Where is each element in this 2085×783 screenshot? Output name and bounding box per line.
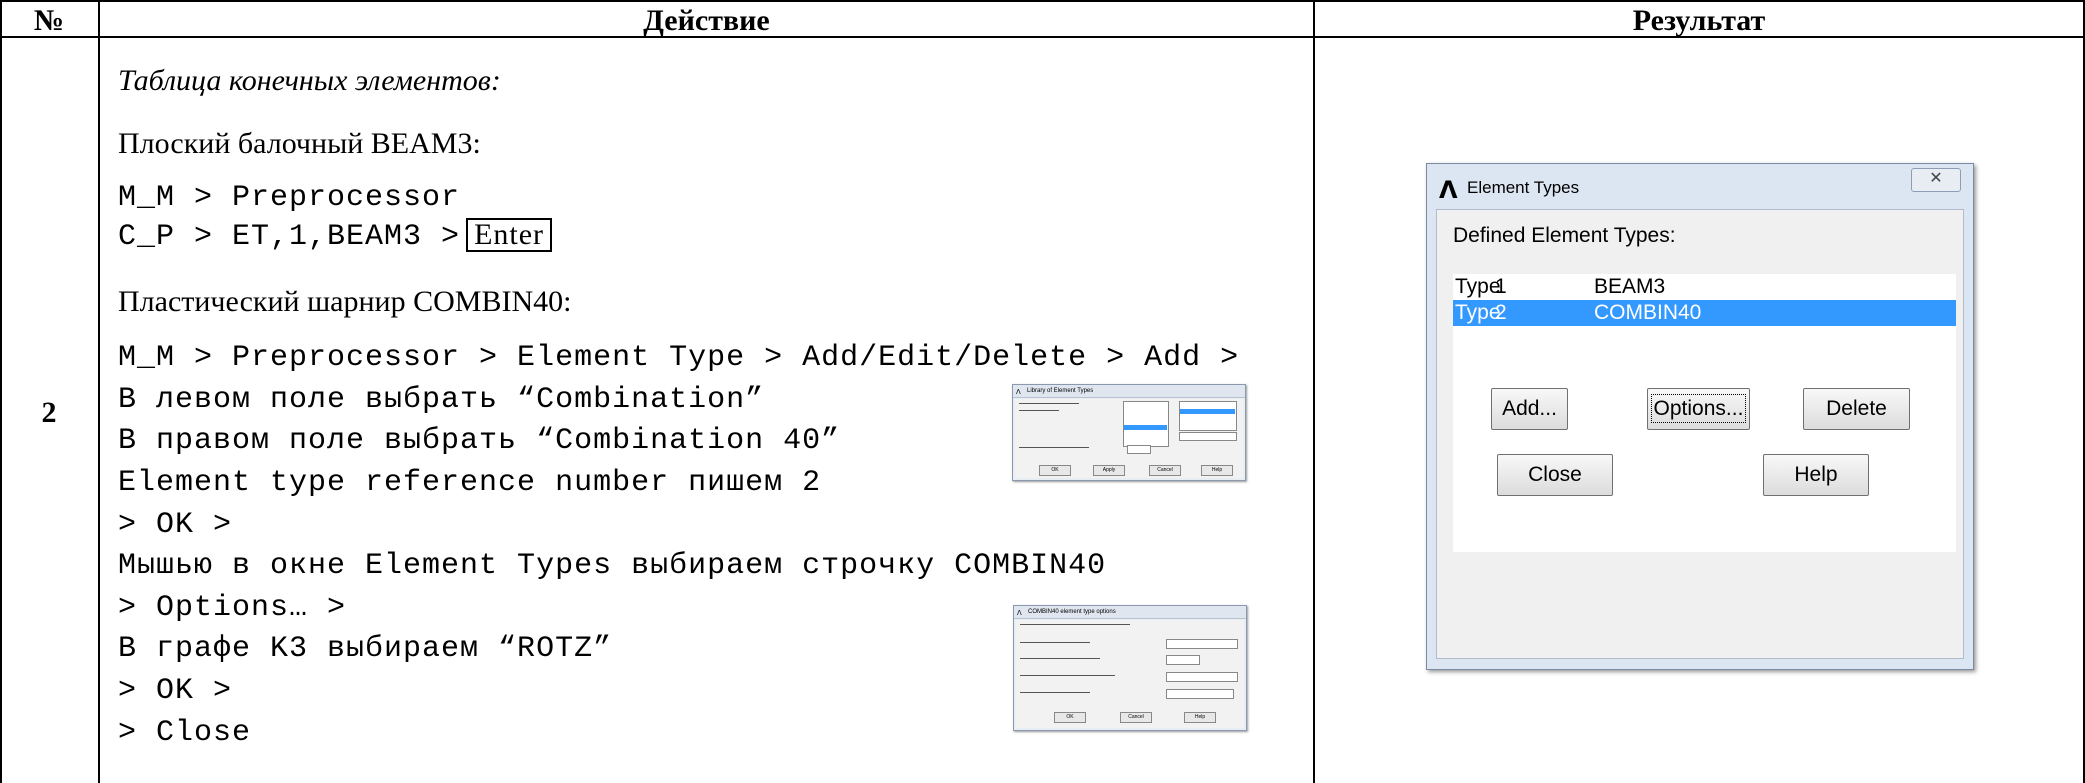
row-type-label: Type [1455,301,1501,324]
row-number: 2 [41,396,57,429]
ansys-logo-icon: Λ [1017,610,1022,617]
options-button[interactable]: Options... [1647,388,1750,430]
column-divider-2 [1313,0,1315,783]
thumb-text-line [1020,624,1130,625]
combin-step: M_M > Preprocessor > Element Type > Add/… [118,341,1240,375]
thumb-right-list [1179,401,1237,431]
thumb-dropdown [1166,672,1238,682]
combin-step: > Close [118,716,252,750]
enter-key-icon: Enter [466,218,553,252]
thumb-cancel-button: Cancel [1120,712,1152,723]
row-type-number: 2 [1495,301,1507,324]
combin-title: Пластический шарнир COMBIN40: [118,285,572,318]
column-divider-1 [98,0,100,783]
table-border-top [0,0,2085,2]
combin-step: Element type reference number пишем 2 [118,466,822,500]
beam-title: Плоский балочный BEAM3: [118,127,481,160]
instruction-table: № Действие Результат 2 Таблица конечных … [0,0,2085,783]
header-num: № [33,4,65,37]
thumb-help-button: Help [1201,465,1233,476]
table-border-left [0,0,2,783]
thumb-apply-button: Apply [1093,465,1125,476]
combin-step: В левом поле выбрать “Combination” [118,383,765,417]
ansys-logo-icon: Λ [1016,389,1021,396]
thumb-ok-button: OK [1039,465,1071,476]
header-action: Действие [643,4,770,37]
options-thumb-title: COMBIN40 element type options [1028,609,1116,615]
thumb-text-line [1019,403,1079,404]
combin-step: В правом поле выбрать “Combination 40” [118,424,841,458]
thumb-dropdown [1166,689,1234,699]
close-icon[interactable]: ✕ [1911,168,1961,192]
library-thumb-title: Library of Element Types [1027,388,1094,394]
row-type-number: 1 [1495,275,1507,298]
header-result: Результат [1632,4,1766,37]
thumb-help-button: Help [1184,712,1216,723]
combin-step: В графе K3 выбираем “ROTZ” [118,632,613,666]
list-item-selected[interactable]: Type 2 COMBIN40 [1453,300,1956,326]
library-thumb-body: OK Apply Cancel Help [1015,399,1243,478]
element-types-dialog: Λ Element Types ✕ Defined Element Types:… [1426,163,1974,670]
thumb-cancel-button: Cancel [1149,465,1181,476]
dialog-title: Element Types [1467,178,1580,197]
thumb-ok-button: OK [1054,712,1086,723]
beam-step-1: M_M > Preprocessor [118,181,461,215]
help-button[interactable]: Help [1763,454,1869,496]
section-heading: Таблица конечных элементов: [118,64,501,97]
combin-step: > OK > [118,508,233,542]
thumb-right-field [1179,432,1237,441]
delete-button[interactable]: Delete [1803,388,1910,430]
thumb-left-selection [1124,425,1167,430]
thumb-dropdown [1166,639,1238,649]
library-thumb-titlebar: Λ Library of Element Types [1013,385,1245,398]
options-thumb-body: OK Cancel Help [1016,620,1244,728]
options-thumb-titlebar: Λ COMBIN40 element type options [1014,606,1246,619]
thumb-text-line [1019,447,1089,448]
library-dialog-thumbnail: Λ Library of Element Types OK Apply Cance… [1012,384,1246,481]
options-dialog-thumbnail: Λ COMBIN40 element type options OK Cancel… [1013,605,1247,731]
beam-step-2-text: C_P > ET,1,BEAM3 > [118,220,461,254]
add-button[interactable]: Add... [1491,388,1568,430]
thumb-dropdown [1166,655,1200,665]
combin-step: Мышью в окне Element Types выбираем стро… [118,549,1107,583]
beam-step-2: C_P > ET,1,BEAM3 > Enter [118,218,553,254]
thumb-left-list [1123,401,1169,447]
thumb-right-selection [1180,409,1235,414]
row-element-name: BEAM3 [1594,275,1666,298]
thumb-text-line [1020,675,1115,676]
thumb-ref-field [1127,445,1151,454]
ansys-logo-icon: Λ [1439,176,1458,204]
close-button[interactable]: Close [1497,454,1613,496]
combin-step: > OK > [118,674,233,708]
combin-step: > Options… > [118,591,347,625]
row-type-label: Type [1455,275,1501,298]
thumb-text-line [1020,658,1100,659]
list-item[interactable]: Type 1 BEAM3 [1453,274,1956,300]
thumb-text-line [1019,410,1059,411]
options-button-label: Options... [1650,394,1747,423]
row-element-name: COMBIN40 [1594,301,1702,324]
defined-types-label: Defined Element Types: [1453,224,1676,247]
thumb-text-line [1020,692,1090,693]
thumb-text-line [1020,642,1090,643]
